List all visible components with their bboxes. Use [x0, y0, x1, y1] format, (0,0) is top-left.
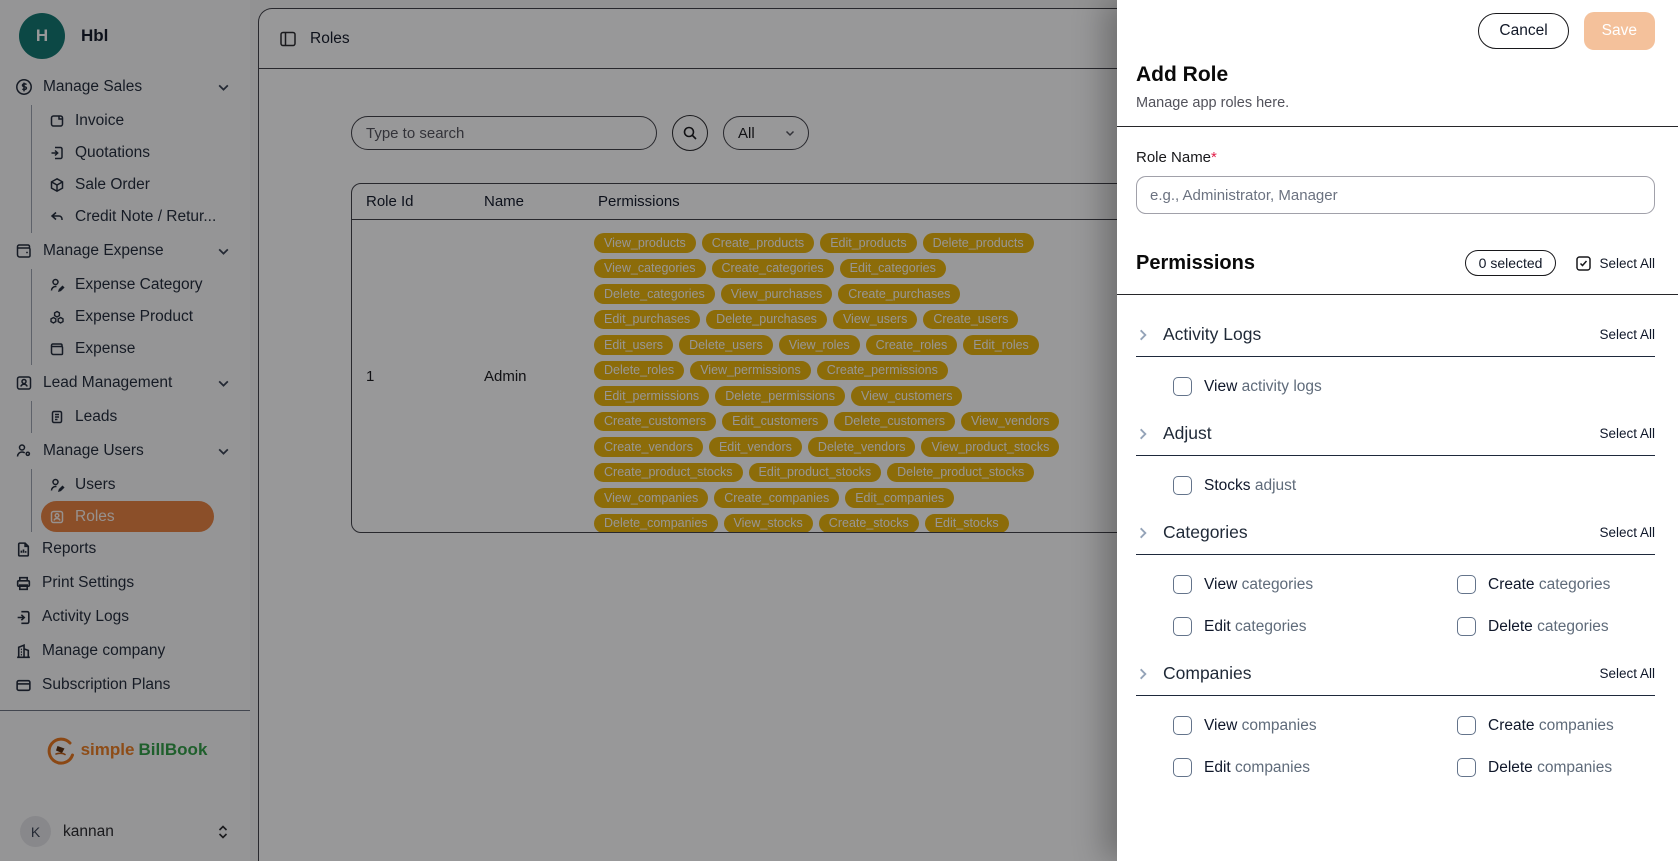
- selected-count-badge: 0 selected: [1465, 250, 1557, 276]
- checkbox[interactable]: [1457, 758, 1476, 777]
- add-role-drawer: Cancel Save Add Role Manage app roles he…: [1117, 0, 1678, 861]
- checkbox[interactable]: [1173, 758, 1192, 777]
- section-underline: [1136, 695, 1655, 696]
- select-all-toggle[interactable]: Select All: [1575, 255, 1655, 272]
- permission-checkbox-item[interactable]: Stocks adjust: [1173, 476, 1457, 495]
- section-underline: [1136, 455, 1655, 456]
- drawer-divider: [1117, 126, 1678, 127]
- permission-action: View: [1204, 378, 1237, 395]
- role-name-label-text: Role Name: [1136, 149, 1211, 166]
- permission-object-text: companies: [1537, 759, 1612, 776]
- permission-section: Categories Select All View categories Cr…: [1136, 522, 1655, 636]
- checkbox[interactable]: [1173, 617, 1192, 636]
- checkbox[interactable]: [1457, 575, 1476, 594]
- permission-object-text: categories: [1539, 576, 1611, 593]
- section-underline: [1136, 356, 1655, 357]
- checkbox[interactable]: [1457, 716, 1476, 735]
- section-underline: [1136, 554, 1655, 555]
- section-items: View companies Create companies Edit com…: [1136, 716, 1655, 777]
- permission-action: View: [1204, 717, 1237, 734]
- permission-object-text: companies: [1235, 759, 1310, 776]
- checkbox[interactable]: [1173, 575, 1192, 594]
- permission-checkbox-item[interactable]: Edit companies: [1173, 758, 1457, 777]
- select-all-label: Select All: [1599, 256, 1655, 271]
- section-header: Companies Select All: [1136, 663, 1655, 684]
- permission-object-text: activity logs: [1242, 378, 1322, 395]
- permission-object-text: categories: [1235, 618, 1307, 635]
- section-items: Stocks adjust: [1136, 476, 1655, 495]
- role-name-label: Role Name*: [1136, 149, 1655, 166]
- section-items: View categories Create categories Edit c…: [1136, 575, 1655, 636]
- permission-checkbox-item[interactable]: Delete categories: [1457, 617, 1655, 636]
- permission-object-text: adjust: [1255, 477, 1296, 494]
- section-select-all-link[interactable]: Select All: [1599, 666, 1655, 681]
- drawer-title: Add Role: [1136, 63, 1655, 87]
- permission-object-text: companies: [1242, 717, 1317, 734]
- section-select-all-link[interactable]: Select All: [1599, 426, 1655, 441]
- permission-checkbox-item[interactable]: View activity logs: [1173, 377, 1457, 396]
- square-check-icon: [1575, 255, 1592, 272]
- section-title: Adjust: [1163, 423, 1599, 444]
- permission-object-text: categories: [1537, 618, 1609, 635]
- permission-action: View: [1204, 576, 1237, 593]
- section-title: Activity Logs: [1163, 324, 1599, 345]
- chevron-right-icon[interactable]: [1136, 427, 1150, 441]
- permission-section: Adjust Select All Stocks adjust: [1136, 423, 1655, 495]
- permission-action: Edit: [1204, 618, 1231, 635]
- chevron-right-icon[interactable]: [1136, 328, 1150, 342]
- permission-action: Create: [1488, 717, 1535, 734]
- permission-section: Companies Select All View companies Crea…: [1136, 663, 1655, 777]
- cancel-button[interactable]: Cancel: [1478, 13, 1568, 49]
- permission-checkbox-item[interactable]: Create categories: [1457, 575, 1655, 594]
- section-header: Adjust Select All: [1136, 423, 1655, 444]
- permission-object-text: companies: [1539, 717, 1614, 734]
- permission-checkbox-item[interactable]: Edit categories: [1173, 617, 1457, 636]
- section-header: Activity Logs Select All: [1136, 324, 1655, 345]
- permission-object-text: categories: [1242, 576, 1314, 593]
- permission-action: Delete: [1488, 759, 1533, 776]
- drawer-actions: Cancel Save: [1136, 0, 1655, 50]
- drawer-subtitle: Manage app roles here.: [1136, 95, 1655, 111]
- permissions-heading: Permissions: [1136, 252, 1465, 275]
- permission-checkbox-item[interactable]: View categories: [1173, 575, 1457, 594]
- checkbox[interactable]: [1173, 476, 1192, 495]
- permission-checkbox-item[interactable]: Create companies: [1457, 716, 1655, 735]
- permission-action: Delete: [1488, 618, 1533, 635]
- permission-sections: Activity Logs Select All View activity l…: [1136, 295, 1655, 777]
- modal-dim-overlay[interactable]: [0, 0, 1117, 861]
- chevron-right-icon[interactable]: [1136, 526, 1150, 540]
- section-select-all-link[interactable]: Select All: [1599, 525, 1655, 540]
- chevron-right-icon[interactable]: [1136, 667, 1150, 681]
- permission-section: Activity Logs Select All View activity l…: [1136, 324, 1655, 396]
- role-name-input[interactable]: [1136, 176, 1655, 214]
- checkbox[interactable]: [1173, 377, 1192, 396]
- section-title: Companies: [1163, 663, 1599, 684]
- section-select-all-link[interactable]: Select All: [1599, 327, 1655, 342]
- permission-checkbox-item[interactable]: Delete companies: [1457, 758, 1655, 777]
- section-items: View activity logs: [1136, 377, 1655, 396]
- section-header: Categories Select All: [1136, 522, 1655, 543]
- permission-action: Edit: [1204, 759, 1231, 776]
- permission-action: Stocks: [1204, 477, 1251, 494]
- required-asterisk: *: [1211, 149, 1217, 166]
- permissions-header: Permissions 0 selected Select All: [1136, 250, 1655, 276]
- save-button[interactable]: Save: [1584, 12, 1655, 50]
- permission-action: Create: [1488, 576, 1535, 593]
- checkbox[interactable]: [1457, 617, 1476, 636]
- section-title: Categories: [1163, 522, 1599, 543]
- permission-checkbox-item[interactable]: View companies: [1173, 716, 1457, 735]
- checkbox[interactable]: [1173, 716, 1192, 735]
